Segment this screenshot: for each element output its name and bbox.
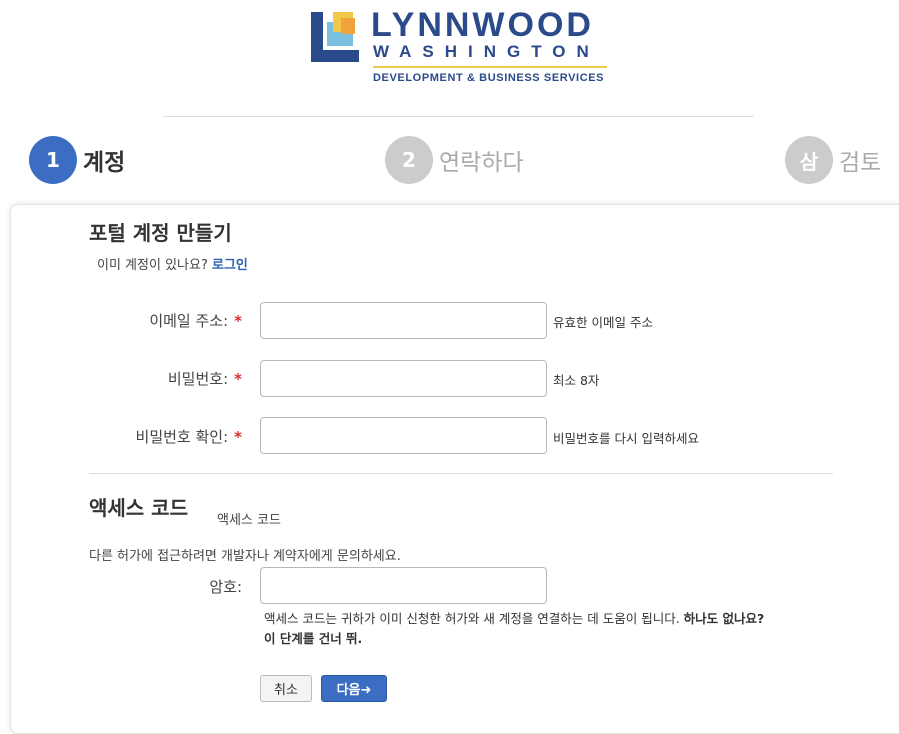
step-contact: 2 연락하다: [385, 136, 524, 184]
have-account-line: 이미 계정이 있나요? 로그인: [97, 254, 248, 273]
lynnwood-logo: LYNNWOOD WASHINGTON DEVELOPMENT & BUSINE…: [311, 6, 611, 88]
code-label: 암호:: [209, 578, 242, 596]
login-link[interactable]: 로그인: [212, 258, 248, 273]
required-marker: *: [234, 370, 242, 388]
password-hint: 최소 8자: [553, 373, 600, 388]
step-label: 계정: [83, 150, 126, 176]
step-number: 1: [29, 136, 77, 184]
logo-tagline: DEVELOPMENT & BUSINESS SERVICES: [373, 72, 605, 84]
cancel-button[interactable]: 취소: [260, 675, 312, 702]
access-code-field[interactable]: [260, 567, 547, 604]
logo-mark-icon: [311, 12, 359, 64]
logo-subtitle: WASHINGTON: [373, 42, 600, 61]
password-field[interactable]: [260, 360, 547, 397]
step-number: 삼: [785, 136, 833, 184]
step-number: 2: [385, 136, 433, 184]
access-instruction: 다른 허가에 접근하려면 개발자나 계약자에게 문의하세요.: [89, 549, 401, 564]
confirm-password-hint: 비밀번호를 다시 입력하세요: [553, 431, 699, 446]
form-title: 포털 계정 만들기: [89, 221, 232, 245]
access-code-title: 액세스 코드: [89, 496, 188, 520]
step-label: 검토: [839, 150, 882, 176]
logo-title: LYNNWOOD: [371, 6, 594, 44]
email-field[interactable]: [260, 302, 547, 339]
confirm-password-label: 비밀번호 확인: *: [135, 428, 242, 446]
form-panel: 포털 계정 만들기 이미 계정이 있나요? 로그인 이메일 주소: * 유효한 이…: [10, 204, 899, 734]
skip-instruction: 이 단계를 건너 뛰.: [264, 631, 363, 646]
email-label: 이메일 주소: *: [149, 312, 242, 330]
access-help-text: 액세스 코드는 귀하가 이미 신청한 허가와 새 계정을 연결하는 데 도움이 …: [264, 611, 765, 646]
have-account-text: 이미 계정이 있나요?: [97, 258, 208, 273]
confirm-password-field[interactable]: [260, 417, 547, 454]
skip-question: 하나도 없나요?: [683, 611, 765, 626]
required-marker: *: [234, 312, 242, 330]
step-label: 연락하다: [439, 150, 524, 176]
email-hint: 유효한 이메일 주소: [553, 315, 653, 330]
password-label: 비밀번호: *: [167, 370, 242, 388]
next-button[interactable]: 다음➜: [321, 675, 387, 702]
access-code-subtitle: 액세스 코드: [217, 513, 281, 528]
required-marker: *: [234, 428, 242, 446]
logo-rule: [373, 66, 607, 68]
header-divider: [163, 116, 754, 117]
section-divider: [89, 473, 833, 474]
step-review: 삼 검토: [785, 136, 881, 184]
step-account: 1 계정: [29, 136, 125, 184]
